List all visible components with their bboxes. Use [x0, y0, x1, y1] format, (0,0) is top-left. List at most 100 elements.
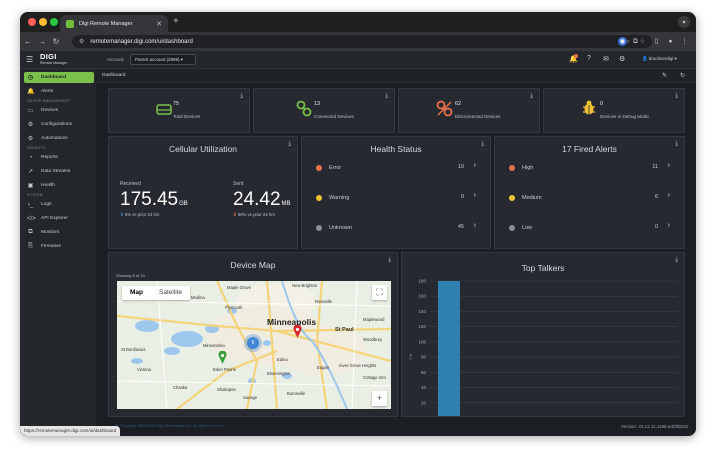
health-status-card: ⤓ Health Status Error 10 › Warning 0 › U…	[301, 136, 491, 249]
warning-count: 0	[460, 194, 464, 200]
alert-row-low[interactable]: Low	[509, 224, 532, 232]
map-city-label: Bloomington	[267, 371, 291, 376]
map-pin-green[interactable]	[218, 351, 227, 364]
connected-devices-label: Connected Devices	[314, 114, 354, 119]
stat-card-total-devices[interactable]: ⤓ 75 Total Devices	[108, 88, 250, 133]
map-fullscreen-button[interactable]: ⛶	[372, 285, 387, 300]
help-icon[interactable]: ?	[587, 55, 591, 62]
map-city-label: Eagan	[317, 365, 330, 370]
sidebar-item-label: Devices	[41, 108, 59, 113]
disconnected-devices-count: 62	[455, 101, 462, 107]
map-cluster-marker[interactable]: 6	[247, 337, 259, 349]
user-menu[interactable]: 👤 brucknerdigi ▾	[642, 56, 677, 62]
device-map-card: ⤓ Device Map Showing 8 of 10 Map Satelli…	[108, 252, 398, 417]
received-unit: GB	[179, 201, 188, 207]
sidebar-item-alerts[interactable]: 🔔 Alerts	[24, 86, 94, 97]
sidebar-item-logs[interactable]: ›_ Logs	[24, 199, 94, 210]
sidebar-item-label: Health	[41, 183, 55, 188]
sidebar-item-dashboard[interactable]: ◷ Dashboard	[24, 72, 94, 83]
edit-icon[interactable]: ✎	[662, 72, 667, 79]
extension-icon[interactable]: ◉	[618, 37, 627, 46]
map-tab-map[interactable]: Map	[122, 286, 151, 300]
maximize-window-button[interactable]	[50, 18, 58, 26]
chevron-right-icon[interactable]: ›	[668, 192, 670, 199]
sidebar-item-data-streams[interactable]: ↗ Data Streams	[24, 166, 94, 177]
chevron-right-icon[interactable]: ›	[474, 162, 476, 169]
sent-delta-text: 60% vs prior 24 hrs	[237, 212, 275, 217]
unknown-count: 45	[457, 224, 464, 230]
download-icon[interactable]: ⤓	[675, 93, 678, 100]
map-zoom-in-button[interactable]: +	[372, 391, 387, 406]
medium-count: 6	[654, 194, 658, 200]
sidebar-item-api-explorer[interactable]: </> API Explorer	[24, 213, 94, 224]
received-delta-text: 5% vs prior 24 hrs	[124, 212, 160, 217]
sidebar-item-health[interactable]: ▣ Health	[24, 180, 94, 191]
bookmark-star-icon[interactable]: ☆	[640, 38, 645, 45]
account-select[interactable]: Parent account (2899) ▾	[130, 54, 196, 65]
profile-icon[interactable]: ●	[666, 37, 675, 46]
sidebar-item-monitors[interactable]: ⧉ Monitors	[24, 227, 94, 238]
new-tab-button[interactable]: +	[173, 15, 179, 29]
map-tab-satellite[interactable]: Satellite	[151, 286, 190, 300]
map-city-label: St Bonifacius	[121, 347, 146, 352]
health-icon: ▣	[27, 183, 34, 189]
chevron-right-icon[interactable]: ›	[474, 222, 476, 229]
refresh-icon[interactable]: ↻	[680, 72, 685, 79]
stat-card-debug-devices[interactable]: ⤓ 0 Devices in Debug Mode	[543, 88, 685, 133]
hamburger-menu-icon[interactable]: ☰	[26, 55, 33, 64]
address-bar[interactable]: ⚙ remotemanager.digi.com/ui/dashboard ▭ …	[72, 35, 652, 48]
received-label: Received	[120, 181, 141, 187]
sidebar-item-configurations[interactable]: ⚙ Configurations	[24, 119, 94, 130]
map-city-label: Edina	[277, 357, 288, 362]
health-row-error[interactable]: Error	[316, 164, 341, 172]
stat-card-connected-devices[interactable]: ⤓ 13 Connected Devices	[253, 88, 395, 133]
received-number: 175.45	[120, 189, 179, 210]
disconnected-devices-label: Disconnected Devices	[455, 114, 501, 119]
browser-tab[interactable]: Digi Remote Manager ✕	[60, 15, 168, 32]
stat-card-disconnected-devices[interactable]: ⤓ 62 Disconnected Devices	[398, 88, 540, 133]
tab-title: Digi Remote Manager	[79, 20, 133, 27]
map-canvas[interactable]: Map Satellite ⛶ + Medina New Brighton Pl…	[117, 281, 391, 409]
download-icon[interactable]: ⤓	[240, 93, 243, 100]
reload-icon[interactable]: ↻	[50, 37, 62, 46]
download-icon[interactable]: ⤓	[385, 93, 388, 100]
map-city-label: Woodbury	[363, 337, 383, 342]
connected-icon	[296, 100, 312, 117]
health-row-unknown[interactable]: Unknown	[316, 224, 352, 232]
low-count: 0	[654, 224, 658, 230]
fired-alerts-card: ⤓ 17 Fired Alerts High 11 › Medium 6 › L…	[494, 136, 685, 249]
puzzle-icon[interactable]: ⧉	[631, 37, 640, 46]
close-window-button[interactable]	[28, 18, 36, 26]
sidebar-item-automations[interactable]: ⚙ Automations	[24, 133, 94, 144]
gear-icon[interactable]: ⚙	[619, 55, 625, 63]
chevron-right-icon[interactable]: ›	[668, 162, 670, 169]
chevron-right-icon[interactable]: ›	[668, 222, 670, 229]
sidebar-item-reports[interactable]: ◔ Reports	[24, 152, 94, 163]
sidebar-item-devices[interactable]: ▭ Devices	[24, 105, 94, 116]
chart-icon: ↗	[27, 169, 34, 175]
kebab-menu-icon[interactable]: ⋮	[680, 37, 689, 46]
map-city-label: Cottage Gro	[363, 375, 386, 380]
sidebar-item-label: Firmware	[41, 244, 61, 249]
sidebar-item-firmware[interactable]: ⎘ Firmware	[24, 241, 94, 252]
top-talker-bar[interactable]	[438, 281, 460, 417]
site-info-icon[interactable]: ⚙	[79, 38, 84, 45]
map-pin-red[interactable]	[293, 325, 302, 338]
download-icon[interactable]: ⤓	[530, 93, 533, 100]
minimize-window-button[interactable]	[39, 18, 47, 26]
alert-row-medium[interactable]: Medium	[509, 194, 542, 202]
inbox-icon[interactable]: ✉	[603, 55, 609, 63]
chevron-right-icon[interactable]: ›	[474, 192, 476, 199]
sent-number: 24.42	[233, 189, 281, 210]
close-icon[interactable]: ✕	[156, 20, 162, 28]
back-icon[interactable]: ←	[22, 37, 34, 46]
chevron-down-icon[interactable]: ▾	[678, 16, 690, 28]
forward-icon[interactable]: →	[36, 37, 48, 46]
breadcrumb: Dashboard ✎ ↻ ⤢	[96, 69, 696, 83]
health-row-warning[interactable]: Warning	[316, 194, 349, 202]
y-tick-label: 100	[418, 339, 426, 344]
alert-row-high[interactable]: High	[509, 164, 533, 172]
sidebar-item-label: Alerts	[41, 89, 54, 94]
sidepanel-icon[interactable]: ▯	[652, 37, 661, 46]
y-tick-label: 160	[418, 294, 426, 299]
